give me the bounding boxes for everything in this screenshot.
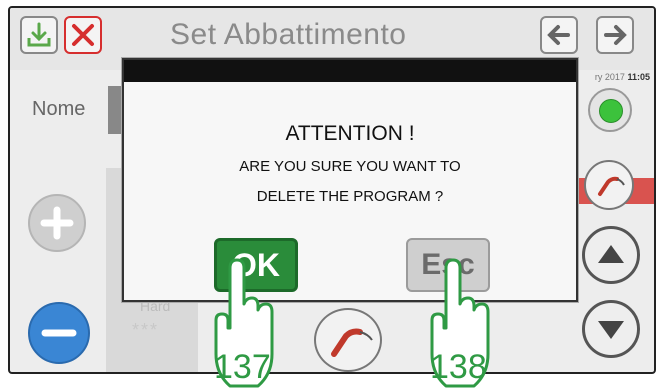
arrow-right-icon (604, 25, 627, 45)
up-button[interactable] (582, 226, 640, 284)
plus-icon (40, 206, 74, 240)
close-icon (72, 24, 94, 46)
name-label: Nome (32, 98, 86, 120)
arrow-down-icon (598, 321, 624, 339)
probe-icon (331, 328, 373, 357)
status-indicator (588, 88, 632, 132)
date-label: ry 2017 (594, 72, 625, 82)
delete-confirm-dialog: ATTENTION ! ARE YOU SURE YOU WANT TO DEL… (122, 58, 578, 302)
down-button[interactable] (582, 300, 640, 358)
forward-button[interactable] (596, 16, 634, 54)
probe-icon (598, 176, 625, 196)
dialog-message-line2: DELETE THE PROGRAM ? (256, 188, 444, 205)
minus-button[interactable] (28, 302, 90, 364)
callout-esc-number: 138 (430, 348, 487, 386)
back-button[interactable] (540, 16, 578, 54)
arrow-left-icon (547, 25, 570, 45)
minus-icon (41, 329, 77, 337)
cancel-button[interactable] (64, 16, 102, 54)
plus-button[interactable] (28, 194, 86, 252)
dialog-title: ATTENTION ! (285, 122, 415, 145)
callout-ok-number: 137 (214, 348, 271, 386)
date-time: ry 2017 11:05 (595, 72, 650, 82)
hardness-stars: *** (132, 320, 160, 340)
probe-toggle[interactable] (584, 160, 634, 210)
probe-button[interactable] (314, 308, 382, 372)
arrow-up-icon (598, 245, 624, 263)
time-label: 11:05 (627, 72, 650, 82)
dialog-message-line1: ARE YOU SURE YOU WANT TO (239, 158, 461, 175)
download-icon (27, 22, 51, 47)
green-status-icon (599, 99, 623, 123)
page-title: Set Abbattimento (170, 18, 407, 51)
dialog-header-bar (124, 60, 576, 82)
save-button[interactable] (20, 16, 58, 54)
